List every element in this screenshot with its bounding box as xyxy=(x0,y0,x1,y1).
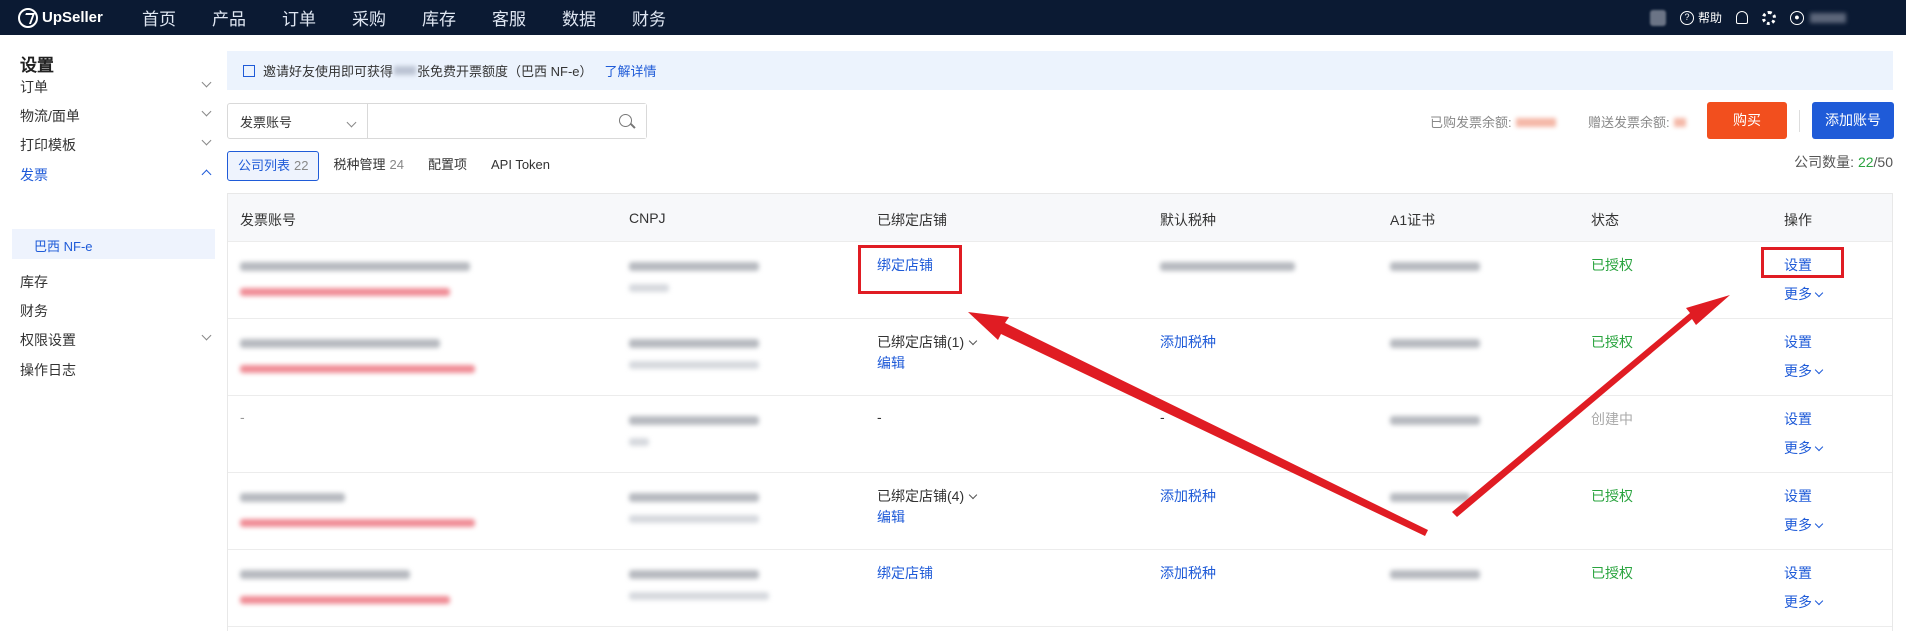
annotation-arrows xyxy=(968,295,1730,536)
arrow-to-settings xyxy=(1452,295,1730,517)
arrow-to-bind-store xyxy=(968,312,1428,536)
